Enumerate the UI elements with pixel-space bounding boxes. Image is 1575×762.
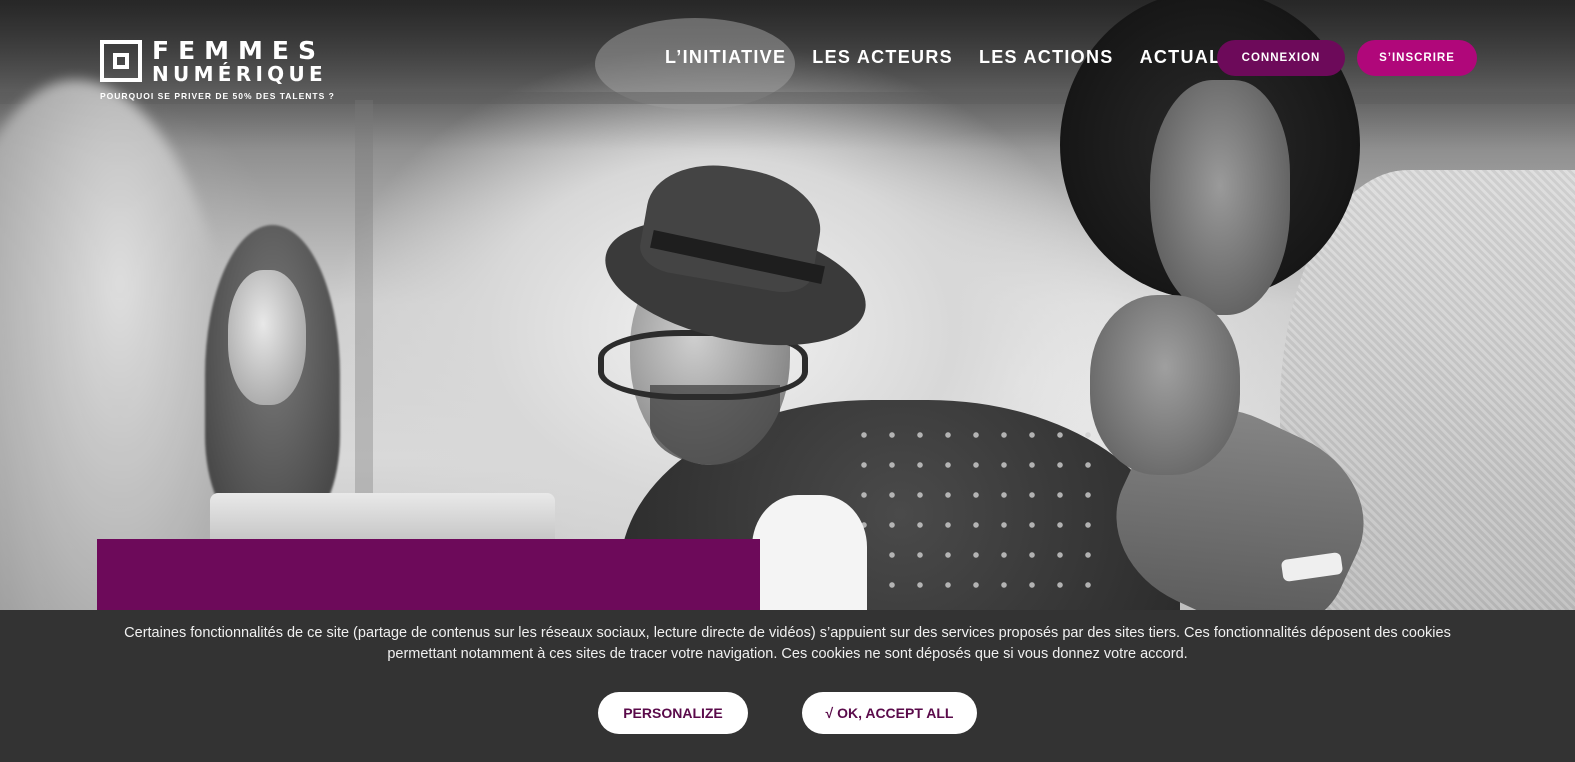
signup-button[interactable]: S’INSCRIRE bbox=[1357, 40, 1477, 76]
logo-title-line1: FEMMES bbox=[152, 36, 325, 65]
logo-at-icon bbox=[100, 40, 142, 82]
accept-all-button[interactable]: √ OK, ACCEPT ALL bbox=[802, 692, 977, 734]
nav-item-acteurs[interactable]: LES ACTEURS bbox=[812, 47, 953, 68]
cookie-message: Certaines fonctionnalités de ce site (pa… bbox=[124, 625, 1451, 662]
main-nav: L’INITIATIVE LES ACTEURS LES ACTIONS ACT… bbox=[665, 47, 1293, 68]
cookie-banner: Certaines fonctionnalités de ce site (pa… bbox=[0, 610, 1575, 762]
logo-title-line2: NUMÉRIQUE bbox=[152, 62, 327, 86]
nav-item-initiative[interactable]: L’INITIATIVE bbox=[665, 47, 786, 68]
nav-item-actions[interactable]: LES ACTIONS bbox=[979, 47, 1114, 68]
personalize-button[interactable]: PERSONALIZE bbox=[598, 692, 748, 734]
login-button[interactable]: CONNEXION bbox=[1217, 40, 1345, 76]
page: FEMMES NUMÉRIQUE POURQUOI SE PRIVER DE 5… bbox=[0, 0, 1575, 762]
site-logo[interactable]: FEMMES NUMÉRIQUE POURQUOI SE PRIVER DE 5… bbox=[100, 36, 340, 108]
logo-tagline: POURQUOI SE PRIVER DE 50% DES TALENTS ? bbox=[100, 91, 335, 101]
